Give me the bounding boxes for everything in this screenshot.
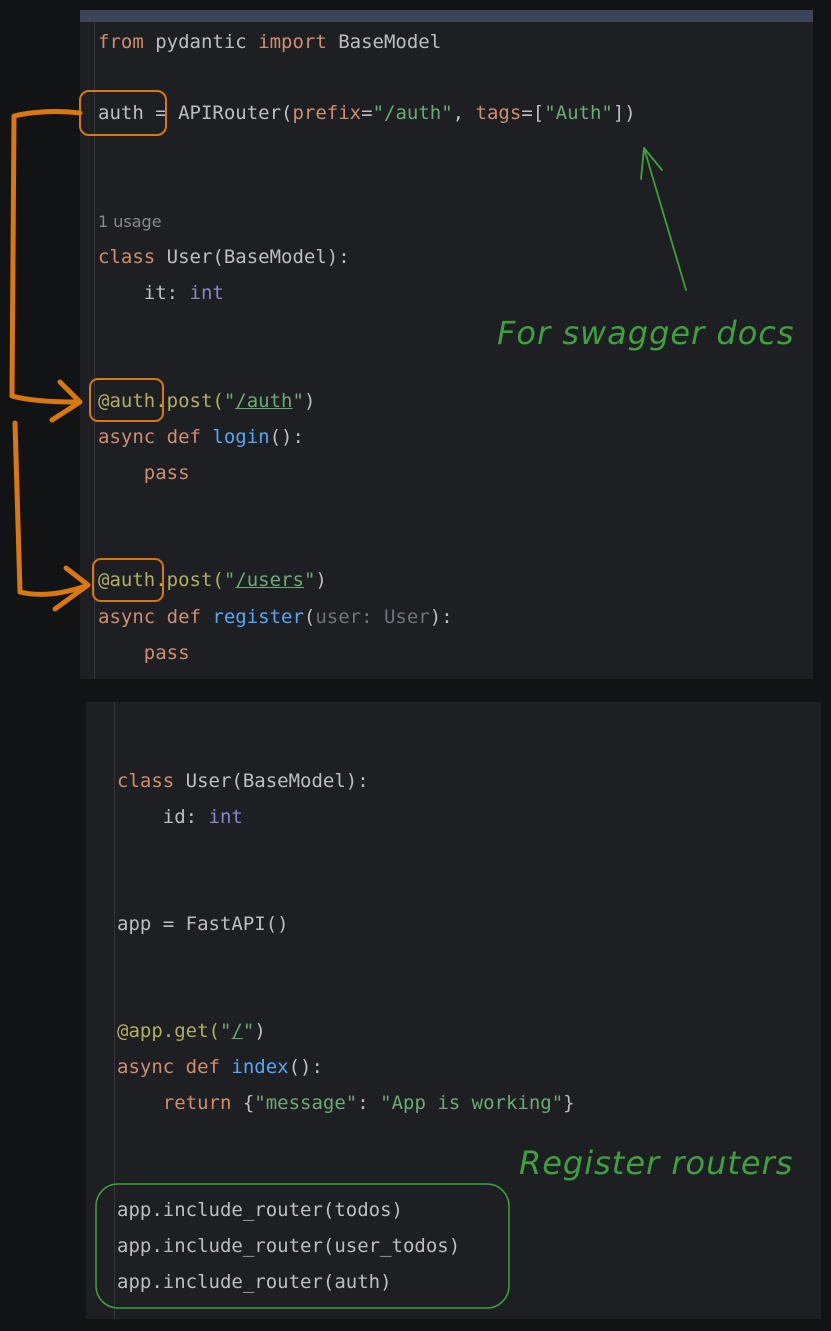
highlight-box-auth-decorator: [92, 558, 164, 602]
highlight-box-auth: [79, 90, 167, 136]
bracket-arrow-to-register: [12, 420, 89, 597]
swagger-arrow: [643, 147, 687, 291]
highlight-box-include-routers: [95, 1183, 510, 1309]
annotation-overlay: [9, 90, 687, 1309]
bracket-arrow-to-login: [9, 109, 83, 405]
highlight-box-auth-decorator: [89, 378, 164, 422]
